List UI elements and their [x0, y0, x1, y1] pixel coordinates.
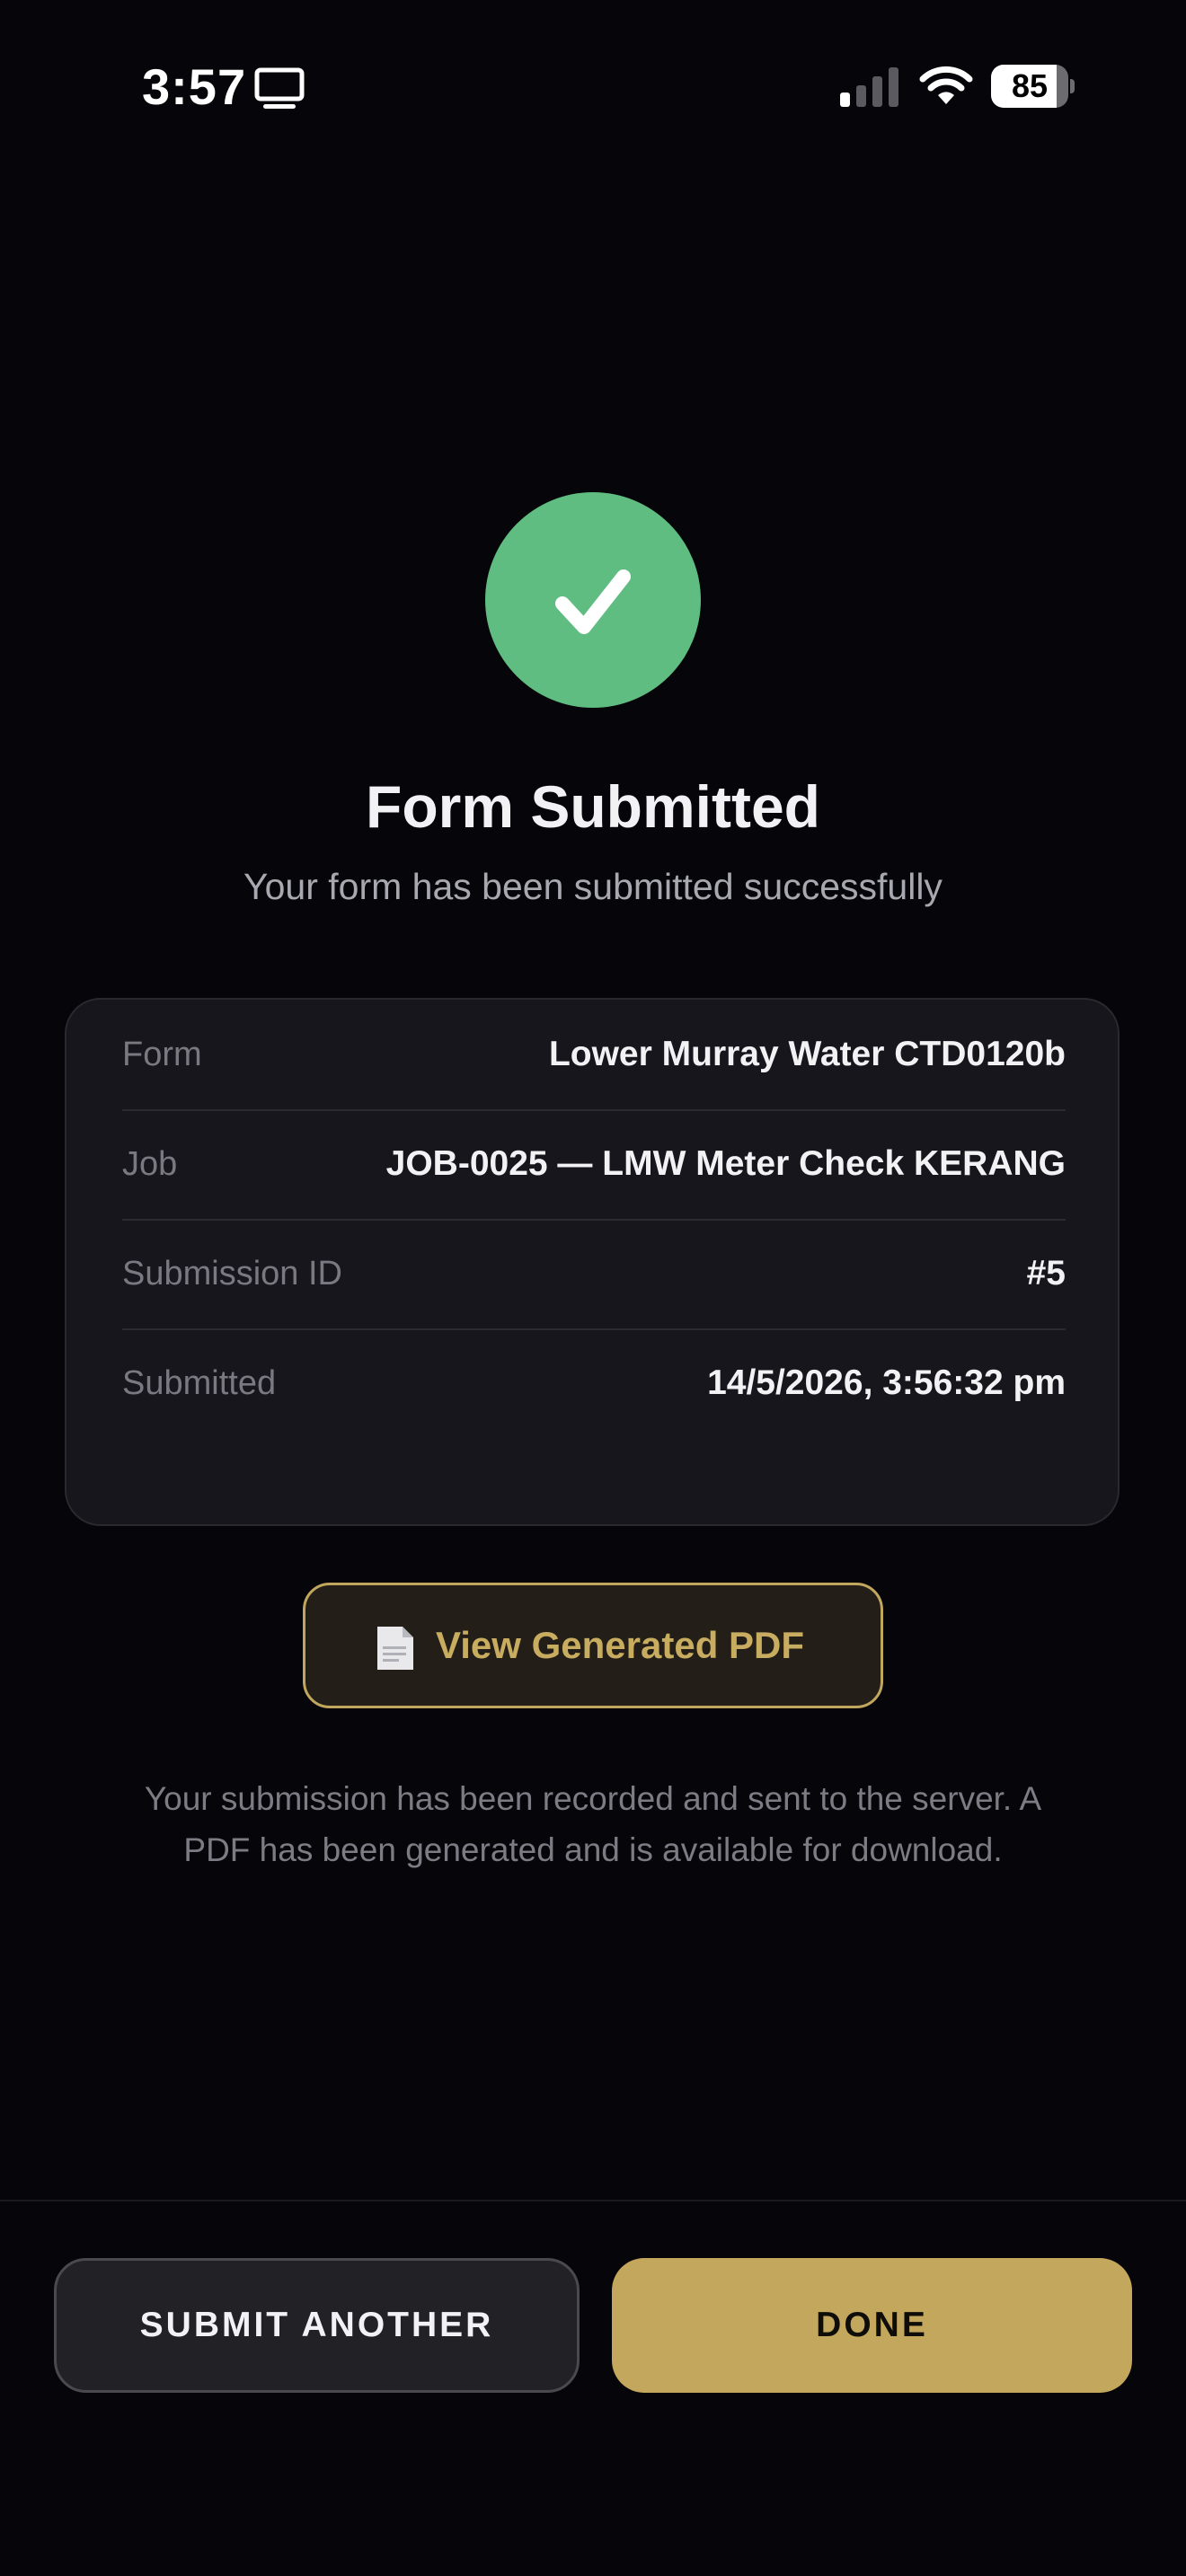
- detail-value: JOB-0025 — LMW Meter Check KERANG: [385, 1144, 1066, 1183]
- submission-info-note: Your submission has been recorded and se…: [144, 1780, 1042, 1868]
- detail-value: Lower Murray Water CTD0120b: [548, 1035, 1066, 1073]
- detail-value: #5: [1026, 1254, 1066, 1292]
- page-title: Form Submitted: [366, 773, 820, 840]
- battery-nub: [1070, 79, 1075, 93]
- battery-indicator: 85: [991, 65, 1075, 108]
- detail-row-form: Form Lower Murray Water CTD0120b: [122, 1000, 1066, 1111]
- detail-row-submitted: Submitted 14/5/2026, 3:56:32 pm: [122, 1328, 1066, 1438]
- battery-percentage: 85: [1011, 67, 1049, 104]
- checkmark-icon: [555, 569, 631, 634]
- desktop-screen-icon: [254, 67, 305, 109]
- status-time: 3:57: [142, 58, 247, 115]
- done-button[interactable]: DONE: [612, 2258, 1132, 2393]
- detail-row-job: Job JOB-0025 — LMW Meter Check KERANG: [122, 1109, 1066, 1221]
- view-pdf-button[interactable]: View Generated PDF: [303, 1583, 883, 1708]
- done-label: DONE: [816, 2306, 928, 2344]
- submit-another-button[interactable]: SUBMIT ANOTHER: [54, 2258, 580, 2393]
- page-subtitle: Your form has been submitted successfull…: [243, 866, 943, 907]
- view-pdf-label: View Generated PDF: [436, 1624, 805, 1666]
- detail-label: Form: [122, 1036, 202, 1073]
- document-icon: [377, 1627, 413, 1670]
- detail-label: Submitted: [122, 1364, 277, 1402]
- detail-value: 14/5/2026, 3:56:32 pm: [707, 1363, 1066, 1402]
- cellular-signal-icon: [840, 67, 898, 107]
- status-bar: 3:57 85: [0, 0, 1186, 171]
- submit-another-label: SUBMIT ANOTHER: [139, 2306, 494, 2344]
- detail-label: Submission ID: [122, 1255, 342, 1292]
- submission-details-card: Form Lower Murray Water CTD0120b Job JOB…: [65, 998, 1120, 1526]
- wifi-icon: [919, 66, 973, 104]
- detail-label: Job: [122, 1145, 178, 1183]
- bottom-divider: [0, 2200, 1186, 2201]
- success-badge: [485, 492, 701, 708]
- detail-row-submission-id: Submission ID #5: [122, 1219, 1066, 1330]
- battery-body: 85: [991, 65, 1068, 108]
